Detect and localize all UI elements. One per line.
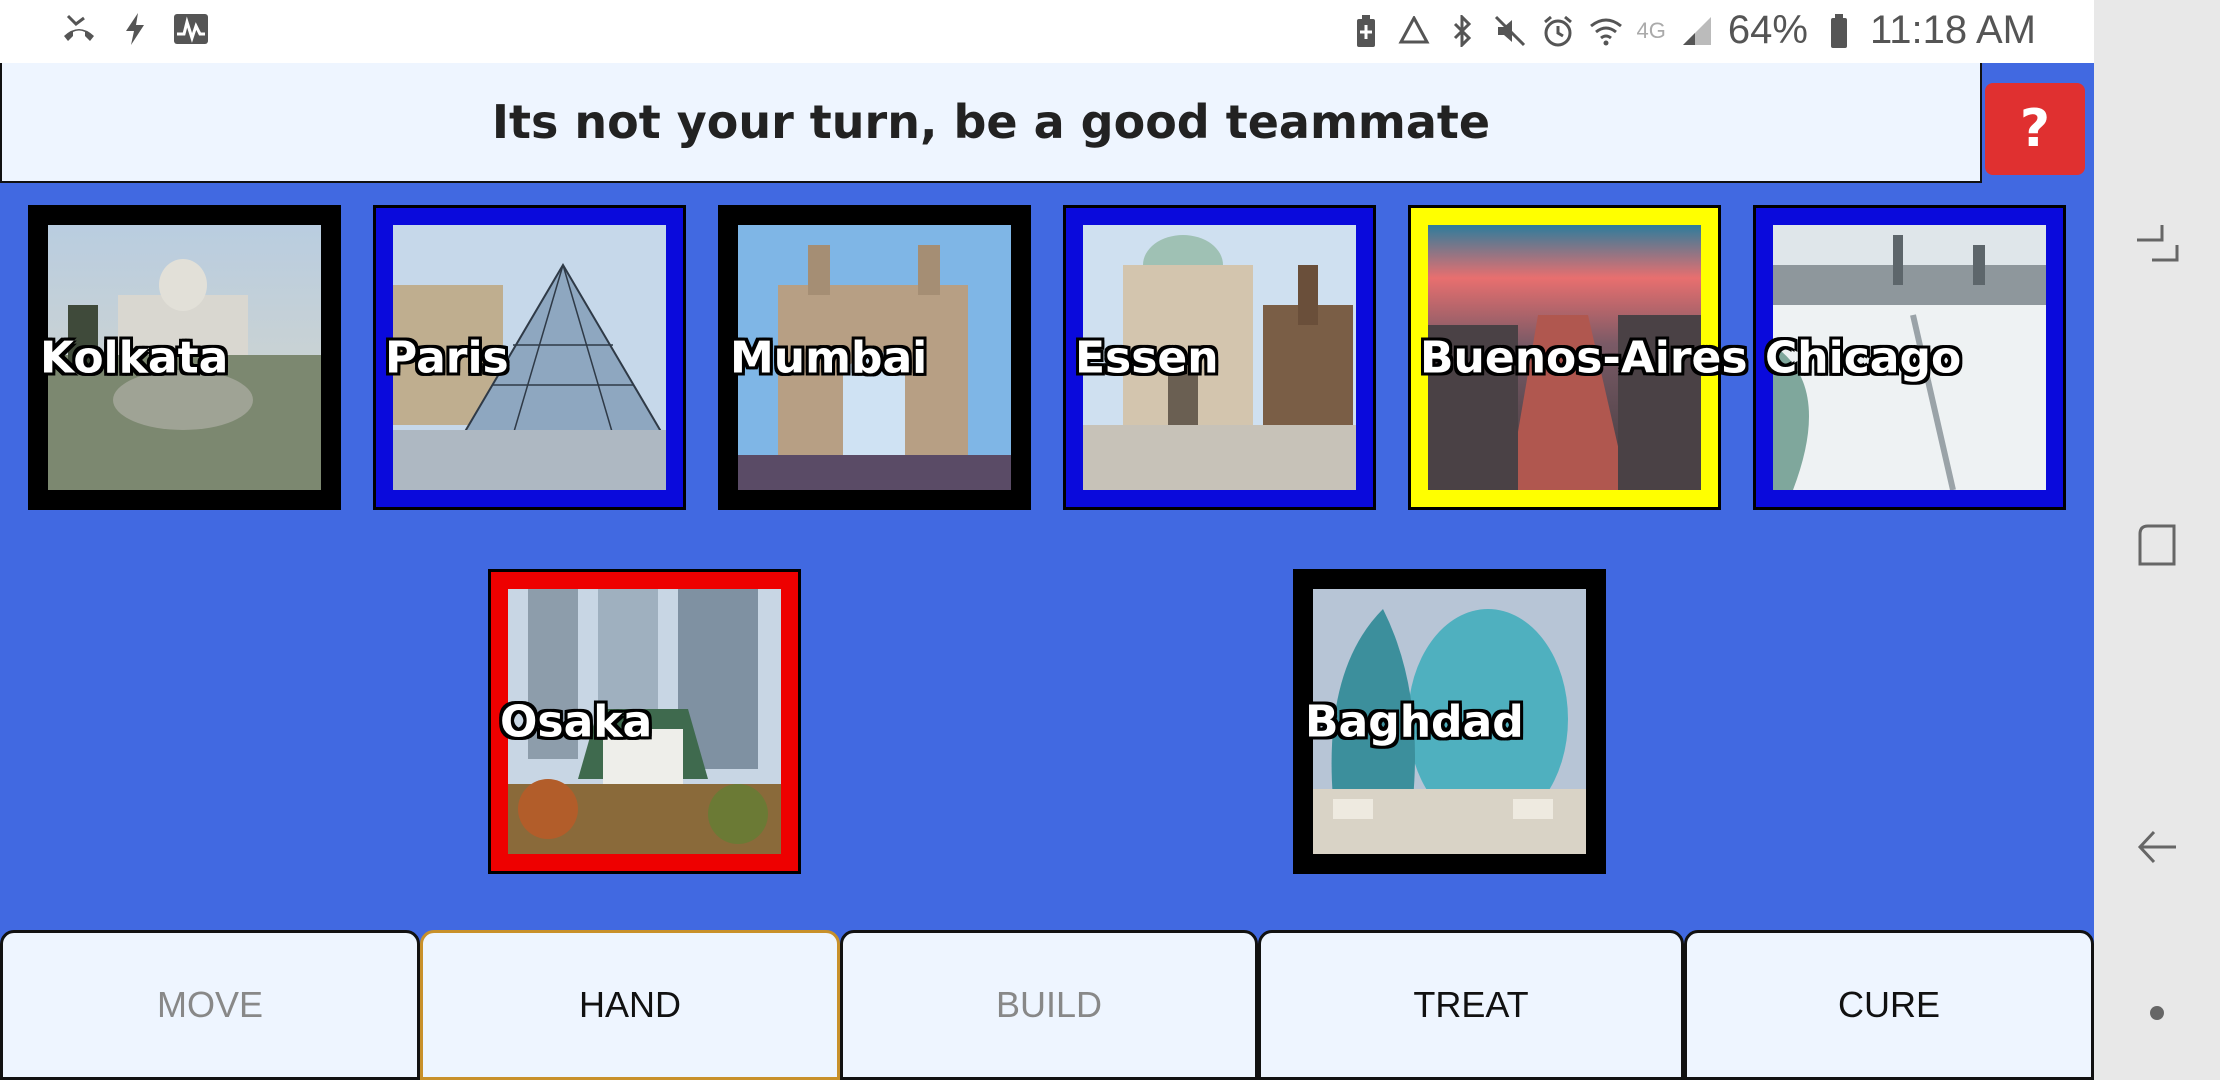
keyboard-dot-icon[interactable]: [2132, 1000, 2182, 1050]
treat-button[interactable]: TREAT: [1258, 930, 1684, 1080]
city-name: Mumbai: [730, 332, 928, 383]
alarm-icon: [1541, 14, 1575, 48]
city-name: Essen: [1075, 332, 1219, 383]
battery-icon: [1822, 13, 1856, 48]
turn-message: Its not your turn, be a good teammate: [491, 95, 1491, 149]
action-bar: MOVE HAND BUILD TREAT CURE: [0, 930, 2094, 1080]
hand-button[interactable]: HAND: [420, 930, 840, 1080]
help-button[interactable]: ?: [1985, 83, 2085, 175]
build-button[interactable]: BUILD: [840, 930, 1258, 1080]
activity-icon: [174, 12, 208, 46]
battery-percent: 64%: [1727, 8, 1808, 52]
city-card-paris[interactable]: Paris: [373, 205, 686, 510]
back-button[interactable]: [2132, 822, 2182, 872]
city-name: Kolkata: [40, 332, 229, 383]
home-button[interactable]: [2132, 520, 2182, 570]
recycle-icon: [1397, 14, 1431, 48]
mute-icon: [1493, 14, 1527, 48]
city-name: Buenos-Aires: [1420, 332, 1748, 383]
city-card-buenos-aires[interactable]: Buenos-Aires: [1408, 205, 1748, 510]
recent-apps-button[interactable]: [2132, 220, 2182, 270]
turn-banner: Its not your turn, be a good teammate: [0, 63, 1982, 183]
clock: 11:18 AM: [1869, 8, 2036, 52]
city-name: Paris: [385, 332, 509, 383]
city-name: Osaka: [500, 696, 653, 747]
city-name: Chicago: [1765, 332, 1962, 383]
city-card-mumbai[interactable]: Mumbai: [718, 205, 1031, 510]
signal-icon: [1680, 14, 1714, 48]
network-label: 4G: [1636, 17, 1666, 43]
city-card-osaka[interactable]: Osaka: [488, 569, 801, 874]
missed-call-icon: [62, 12, 96, 46]
city-card-baghdad[interactable]: Baghdad: [1293, 569, 1606, 874]
cure-button[interactable]: CURE: [1684, 930, 2094, 1080]
city-card-kolkata[interactable]: Kolkata: [28, 205, 341, 510]
navigation-bar: [2094, 0, 2220, 1080]
status-bar: 4G 64% 11:18 AM: [0, 0, 2094, 63]
city-card-chicago[interactable]: Chicago: [1753, 205, 2066, 510]
city-name: Baghdad: [1305, 696, 1524, 747]
wifi-icon: [1589, 14, 1623, 48]
bluetooth-icon: [1445, 14, 1479, 48]
flash-icon: [118, 12, 152, 46]
battery-saver-icon: [1349, 14, 1383, 48]
city-card-essen[interactable]: Essen: [1063, 205, 1376, 510]
move-button[interactable]: MOVE: [0, 930, 420, 1080]
